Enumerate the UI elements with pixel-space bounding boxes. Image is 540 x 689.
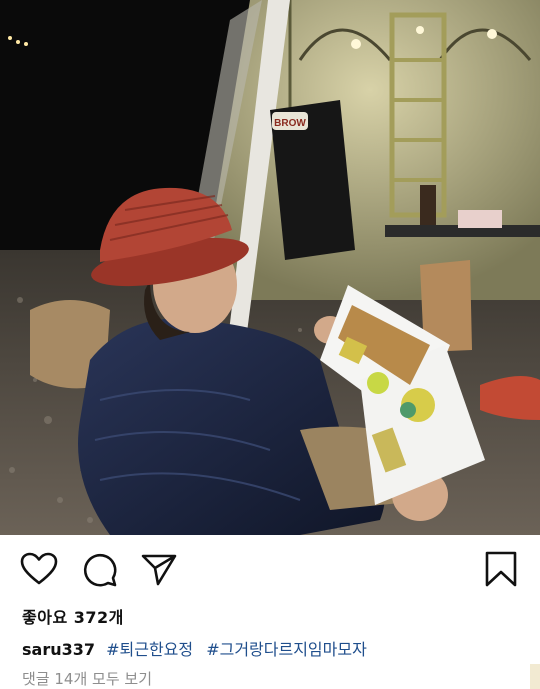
likes-count[interactable]: 좋아요 372개 <box>22 604 124 628</box>
view-all-comments-link[interactable]: 댓글 14개 모두 보기 <box>22 668 152 689</box>
share-icon[interactable] <box>141 553 177 587</box>
post-actions-bar <box>0 535 540 605</box>
campsite-photo: BROW <box>0 0 540 535</box>
bookmark-icon[interactable] <box>485 551 517 587</box>
heart-icon[interactable] <box>20 552 58 586</box>
cropped-edge <box>530 664 540 689</box>
hashtag-link[interactable]: #그거랑다르지임마모자 <box>206 640 367 659</box>
comment-icon[interactable] <box>82 552 118 588</box>
chair-brand-text: BROW <box>274 118 306 129</box>
post-photo[interactable]: BROW <box>0 0 540 535</box>
hashtag-link[interactable]: #퇴근한요정 <box>106 640 193 659</box>
caption-username[interactable]: saru337 <box>22 640 95 659</box>
post-caption: saru337 #퇴근한요정 #그거랑다르지임마모자 <box>22 636 375 660</box>
